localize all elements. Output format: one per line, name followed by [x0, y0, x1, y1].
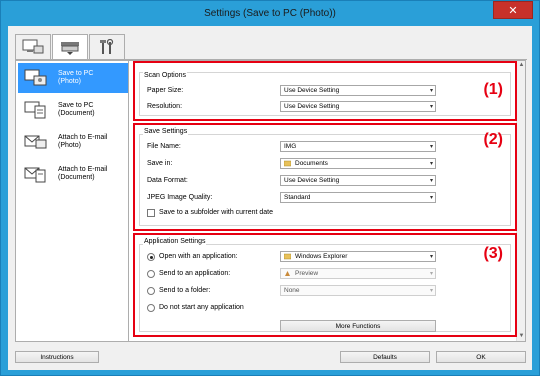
data-format-value: Use Device Setting [284, 177, 340, 184]
defaults-label: Defaults [373, 353, 397, 361]
paper-size-value: Use Device Setting [284, 87, 340, 94]
ok-button[interactable]: OK [436, 351, 526, 363]
more-functions-label: More Functions [335, 322, 381, 330]
section-number-2: (2) [483, 131, 503, 148]
send-to-folder-label: Send to a folder: [159, 287, 211, 294]
sidebar: Save to PC (Photo) Save to PC (Document)… [15, 60, 133, 342]
folder-icon [284, 253, 291, 260]
resolution-select[interactable]: Use Device Setting ▾ [280, 101, 436, 112]
save-in-value: Documents [295, 160, 328, 167]
save-photo-icon [22, 67, 50, 89]
chevron-down-icon: ▾ [429, 104, 433, 110]
scroll-up-icon[interactable]: ▲ [518, 62, 525, 69]
close-icon: ✕ [508, 4, 518, 17]
scanner-icon [61, 41, 79, 55]
file-name-value: IMG [284, 143, 297, 150]
instructions-button[interactable]: Instructions [15, 351, 99, 363]
save-in-select[interactable]: Documents ▾ [280, 158, 436, 169]
jpeg-quality-value: Standard [284, 194, 311, 201]
file-name-input[interactable]: IMG ▾ [280, 141, 436, 152]
open-with-application-radio[interactable] [147, 253, 155, 261]
sidebar-item-save-to-pc-photo[interactable]: Save to PC (Photo) [18, 63, 132, 93]
close-button[interactable]: ✕ [493, 1, 533, 19]
open-with-application-label: Open with an application: [159, 253, 238, 260]
defaults-button[interactable]: Defaults [340, 351, 430, 363]
sidebar-item-save-to-pc-document[interactable]: Save to PC (Document) [18, 95, 132, 125]
chevron-down-icon: ▾ [429, 178, 433, 184]
chevron-down-icon: ▾ [429, 271, 433, 277]
open-with-application-value: Windows Explorer [295, 253, 348, 260]
sidebar-item-label: Save to PC (Photo) [58, 70, 94, 85]
chevron-down-icon: ▾ [429, 161, 433, 167]
send-to-folder-value: None [284, 287, 300, 294]
open-with-application-select[interactable]: Windows Explorer ▾ [280, 251, 436, 262]
window-titlebar: Settings (Save to PC (Photo)) ✕ [1, 1, 539, 25]
send-to-application-select[interactable]: Preview ▾ [280, 268, 436, 279]
data-format-select[interactable]: Use Device Setting ▾ [280, 175, 436, 186]
send-to-folder-select[interactable]: None ▾ [280, 285, 436, 296]
save-settings-group: Save Settings (2) File Name: IMG ▾ Save … [133, 123, 517, 231]
send-to-application-value: Preview [295, 270, 319, 277]
chevron-down-icon: ▾ [429, 88, 433, 94]
scan-options-title: Scan Options [143, 72, 188, 79]
send-to-application-radio[interactable] [147, 270, 155, 278]
save-in-label: Save in: [147, 160, 173, 167]
monitor-scanner-icon [22, 39, 44, 54]
send-to-folder-radio[interactable] [147, 287, 155, 295]
resolution-label: Resolution: [147, 103, 183, 110]
application-settings-group: Application Settings (3) Open with an ap… [133, 233, 517, 337]
vertical-scrollbar[interactable]: ▲ ▼ [516, 61, 525, 341]
section-number-3: (3) [483, 245, 503, 262]
do-not-start-label: Do not start any application [159, 304, 244, 311]
email-photo-icon [22, 131, 50, 153]
scroll-down-icon[interactable]: ▼ [518, 333, 525, 340]
sidebar-item-label: Save to PC (Document) [58, 102, 95, 117]
tab-scan-from-operation-panel[interactable] [52, 34, 88, 60]
email-document-icon [22, 163, 50, 185]
section-number-1: (1) [483, 81, 503, 98]
tools-icon [100, 39, 114, 54]
paper-size-select[interactable]: Use Device Setting ▾ [280, 85, 436, 96]
send-to-application-label: Send to an application: [159, 270, 231, 277]
jpeg-quality-select[interactable]: Standard ▾ [280, 192, 436, 203]
settings-panel: ▲ ▼ Scan Options (1) Paper Size: Use Dev… [128, 60, 526, 342]
sidebar-item-attach-email-document[interactable]: Attach to E-mail (Document) [18, 159, 132, 189]
resolution-value: Use Device Setting [284, 103, 340, 110]
tab-strip [15, 34, 126, 60]
data-format-label: Data Format: [147, 177, 188, 184]
instructions-label: Instructions [40, 353, 74, 361]
chevron-down-icon: ▾ [429, 144, 433, 150]
more-functions-button[interactable]: More Functions [280, 320, 436, 332]
paper-size-label: Paper Size: [147, 87, 184, 94]
chevron-down-icon: ▾ [429, 254, 433, 260]
tab-general-settings[interactable] [89, 34, 125, 59]
sidebar-item-label: Attach to E-mail (Document) [58, 166, 108, 181]
chevron-down-icon: ▾ [429, 288, 433, 294]
ok-label: OK [476, 353, 486, 361]
settings-window: Settings (Save to PC (Photo)) ✕ Save to … [0, 0, 540, 376]
do-not-start-radio[interactable] [147, 304, 155, 312]
window-client-area: Save to PC (Photo) Save to PC (Document)… [8, 26, 532, 370]
chevron-down-icon: ▾ [429, 195, 433, 201]
save-document-icon [22, 99, 50, 121]
folder-icon [284, 160, 291, 167]
subfolder-checkbox[interactable] [147, 209, 155, 217]
scan-options-group: Scan Options (1) Paper Size: Use Device … [133, 61, 517, 121]
sidebar-item-attach-email-photo[interactable]: Attach to E-mail (Photo) [18, 127, 132, 157]
sidebar-item-label: Attach to E-mail (Photo) [58, 134, 108, 149]
tab-scan-from-computer[interactable] [15, 34, 51, 59]
file-name-label: File Name: [147, 143, 181, 150]
application-settings-title: Application Settings [143, 238, 207, 245]
preview-app-icon [284, 270, 291, 277]
window-title: Settings (Save to PC (Photo)) [204, 7, 336, 19]
save-settings-title: Save Settings [143, 128, 189, 135]
subfolder-label: Save to a subfolder with current date [159, 209, 274, 216]
jpeg-quality-label: JPEG Image Quality: [147, 194, 213, 201]
